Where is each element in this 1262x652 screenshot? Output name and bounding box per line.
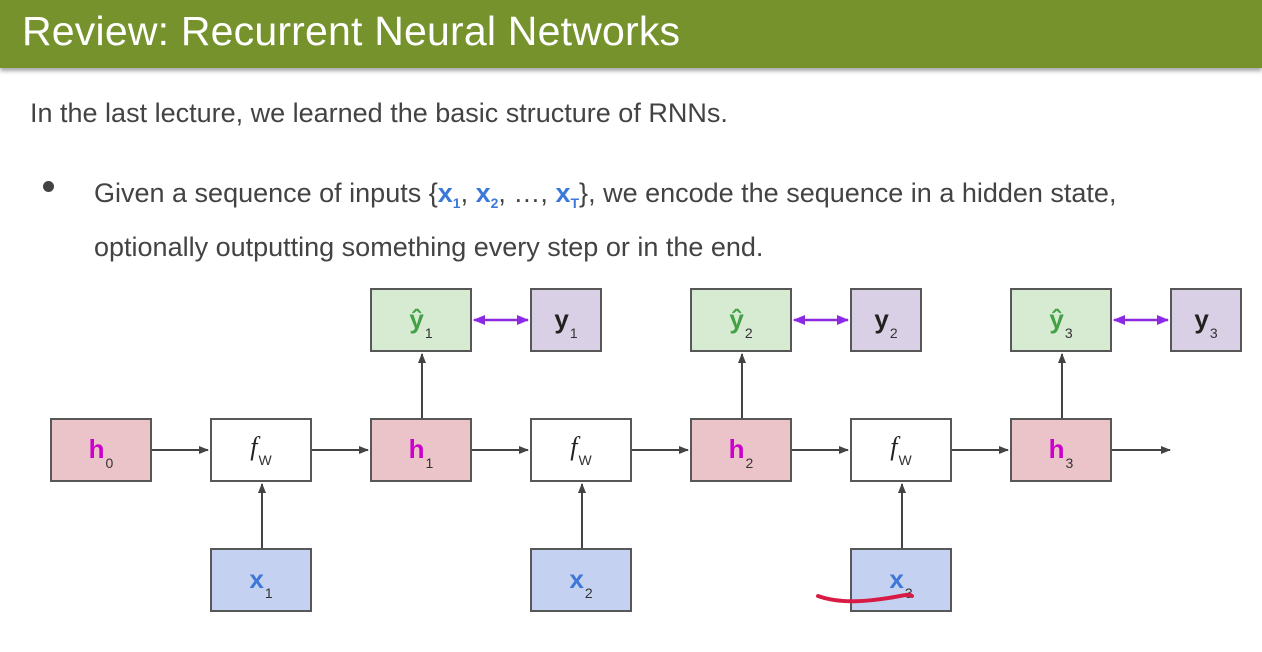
rnn-diagram: h0 h1 h2 h3 fW fW fW x1 x2 x3 ŷ1 ŷ2 ŷ3 y… [0,0,1262,652]
annotation-underline-stroke [816,592,914,604]
